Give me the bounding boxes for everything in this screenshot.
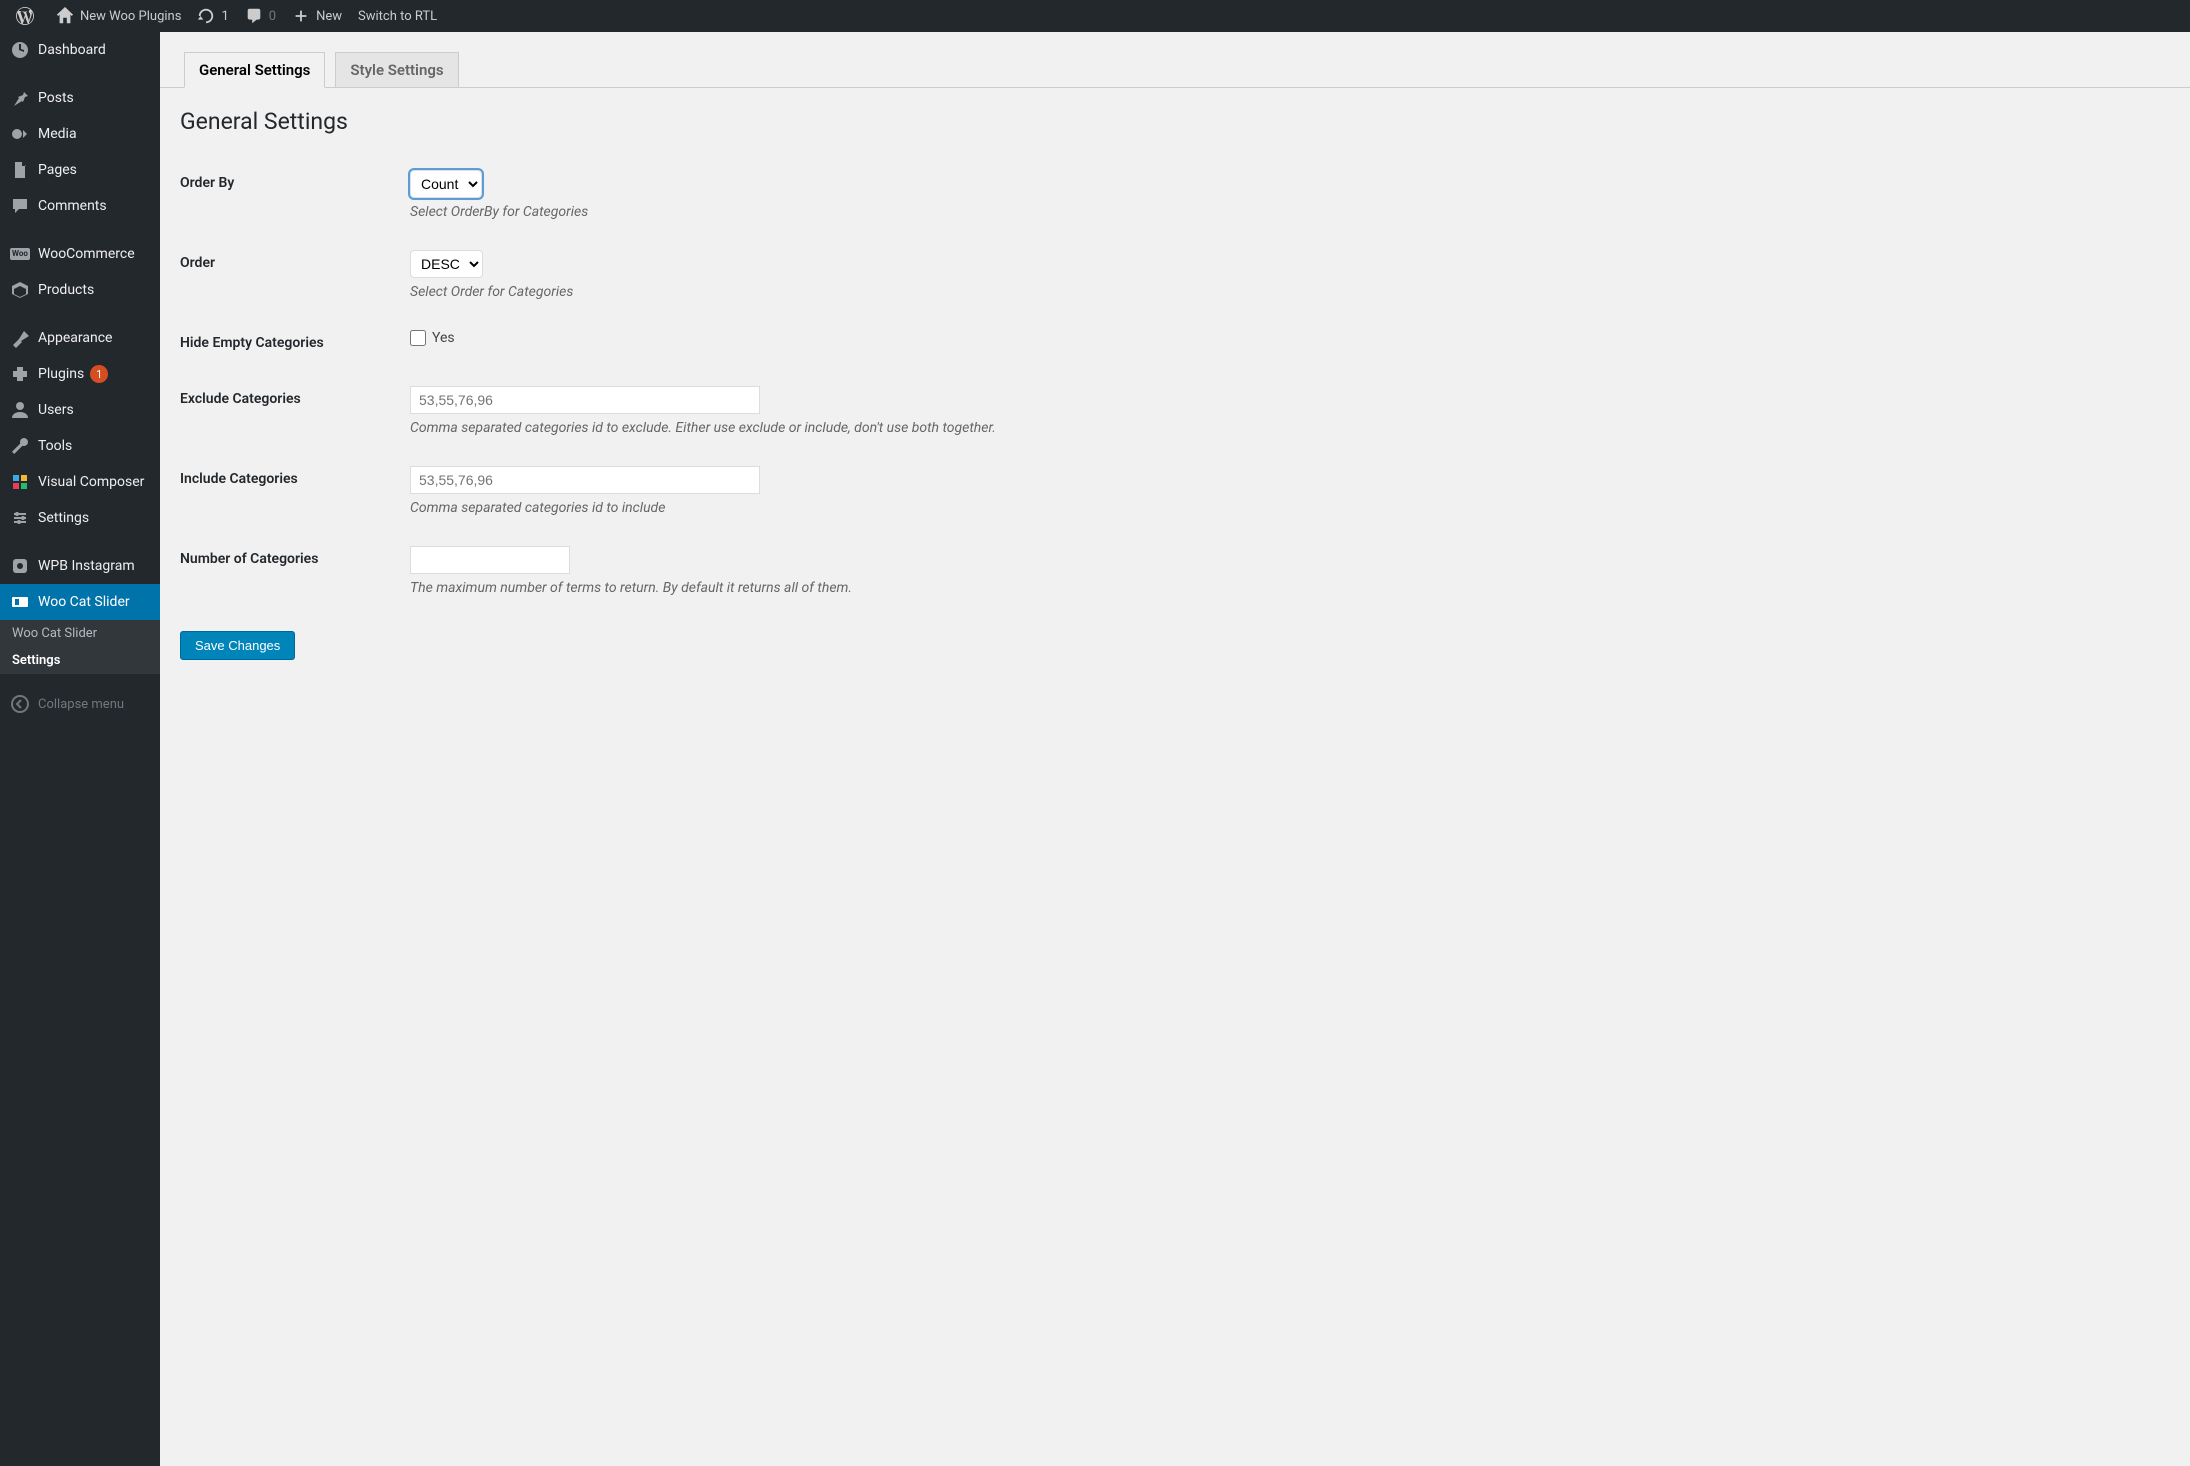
sidebar-item-visual-composer[interactable]: Visual Composer <box>0 464 160 500</box>
tab-style-settings[interactable]: Style Settings <box>335 52 458 87</box>
dashboard-icon <box>10 40 30 60</box>
sidebar-item-label: Dashboard <box>38 42 106 58</box>
collapse-icon <box>10 694 30 714</box>
sidebar-item-woo-cat-slider[interactable]: Woo Cat Slider <box>0 584 160 620</box>
exclude-input[interactable] <box>410 386 760 414</box>
update-icon <box>197 7 215 25</box>
sidebar-item-settings[interactable]: Settings <box>0 500 160 536</box>
submenu-item-woo-cat-slider[interactable]: Woo Cat Slider <box>0 620 160 647</box>
sidebar-item-label: Settings <box>38 510 89 526</box>
tools-icon <box>10 436 30 456</box>
submenu: Woo Cat Slider Settings <box>0 620 160 674</box>
sidebar-item-label: Woo Cat Slider <box>38 594 130 610</box>
new-content-link[interactable]: New <box>284 0 350 32</box>
sidebar-item-label: Posts <box>38 90 74 106</box>
sidebar-item-comments[interactable]: Comments <box>0 188 160 224</box>
sidebar-item-label: Plugins <box>38 366 84 382</box>
sidebar-item-label: Media <box>38 126 77 142</box>
sidebar-item-products[interactable]: Products <box>0 272 160 308</box>
include-help: Comma separated categories id to include <box>410 500 2160 516</box>
comments-icon <box>245 7 263 25</box>
visual-composer-icon <box>10 472 30 492</box>
settings-form: Order By Count Select OrderBy for Catego… <box>180 155 2170 611</box>
hide-empty-label: Hide Empty Categories <box>180 315 400 371</box>
home-icon <box>56 7 74 25</box>
sidebar-item-tools[interactable]: Tools <box>0 428 160 464</box>
sidebar-item-label: Pages <box>38 162 77 178</box>
sidebar-item-media[interactable]: Media <box>0 116 160 152</box>
include-label: Include Categories <box>180 451 400 531</box>
woocommerce-icon: Woo <box>10 244 30 264</box>
page-title: General Settings <box>180 108 2170 135</box>
hide-empty-option[interactable]: Yes <box>432 330 455 346</box>
include-input[interactable] <box>410 466 760 494</box>
collapse-menu[interactable]: Collapse menu <box>0 686 160 722</box>
updates-count: 1 <box>221 9 228 24</box>
rtl-switch[interactable]: Switch to RTL <box>350 0 445 32</box>
sidebar-item-label: Users <box>38 402 74 418</box>
instagram-icon <box>10 556 30 576</box>
appearance-icon <box>10 328 30 348</box>
plugin-icon <box>10 364 30 384</box>
site-name-link[interactable]: New Woo Plugins <box>48 0 189 32</box>
page-icon <box>10 160 30 180</box>
exclude-help: Comma separated categories id to exclude… <box>410 420 2160 436</box>
wp-logo[interactable] <box>8 0 48 32</box>
pin-icon <box>10 88 30 108</box>
wordpress-icon <box>16 7 34 25</box>
plus-icon <box>292 7 310 25</box>
admin-bar: New Woo Plugins 1 0 New Switch to RTL <box>0 0 2190 32</box>
exclude-label: Exclude Categories <box>180 371 400 451</box>
sidebar-item-plugins[interactable]: Plugins 1 <box>0 356 160 392</box>
number-label: Number of Categories <box>180 531 400 611</box>
sidebar-item-label: WPB Instagram <box>38 558 135 574</box>
sidebar-item-appearance[interactable]: Appearance <box>0 320 160 356</box>
products-icon <box>10 280 30 300</box>
order-label: Order <box>180 235 400 315</box>
sidebar-item-label: Appearance <box>38 330 112 346</box>
settings-tabs: General Settings Style Settings <box>160 32 2190 88</box>
sidebar-item-label: Visual Composer <box>38 474 144 490</box>
new-label: New <box>316 9 342 24</box>
media-icon <box>10 124 30 144</box>
comment-icon <box>10 196 30 216</box>
admin-sidebar: Dashboard Posts Media Pages Comments Woo… <box>0 32 160 1466</box>
hide-empty-checkbox[interactable] <box>410 330 426 346</box>
order-help: Select Order for Categories <box>410 284 2160 300</box>
order-select[interactable]: DESC <box>410 250 483 278</box>
sidebar-item-users[interactable]: Users <box>0 392 160 428</box>
site-name: New Woo Plugins <box>80 9 181 24</box>
sidebar-item-woocommerce[interactable]: Woo WooCommerce <box>0 236 160 272</box>
number-input[interactable] <box>410 546 570 574</box>
main-content: General Settings Style Settings General … <box>160 32 2190 680</box>
comments-count: 0 <box>269 9 276 24</box>
updates-link[interactable]: 1 <box>189 0 236 32</box>
sidebar-item-dashboard[interactable]: Dashboard <box>0 32 160 68</box>
sidebar-item-pages[interactable]: Pages <box>0 152 160 188</box>
tab-general-settings[interactable]: General Settings <box>184 52 325 88</box>
plugin-update-badge: 1 <box>90 365 108 383</box>
sidebar-item-label: WooCommerce <box>38 246 135 262</box>
number-help: The maximum number of terms to return. B… <box>410 580 2160 596</box>
sidebar-item-wpb-instagram[interactable]: WPB Instagram <box>0 548 160 584</box>
order-by-help: Select OrderBy for Categories <box>410 204 2160 220</box>
sidebar-item-posts[interactable]: Posts <box>0 80 160 116</box>
comments-link[interactable]: 0 <box>237 0 284 32</box>
order-by-label: Order By <box>180 155 400 235</box>
sidebar-item-label: Products <box>38 282 94 298</box>
sidebar-item-label: Tools <box>38 438 72 454</box>
order-by-select[interactable]: Count <box>410 170 482 198</box>
slider-icon <box>10 592 30 612</box>
submenu-item-settings[interactable]: Settings <box>0 647 160 674</box>
user-icon <box>10 400 30 420</box>
save-button[interactable]: Save Changes <box>180 631 295 660</box>
settings-icon <box>10 508 30 528</box>
sidebar-item-label: Comments <box>38 198 107 214</box>
